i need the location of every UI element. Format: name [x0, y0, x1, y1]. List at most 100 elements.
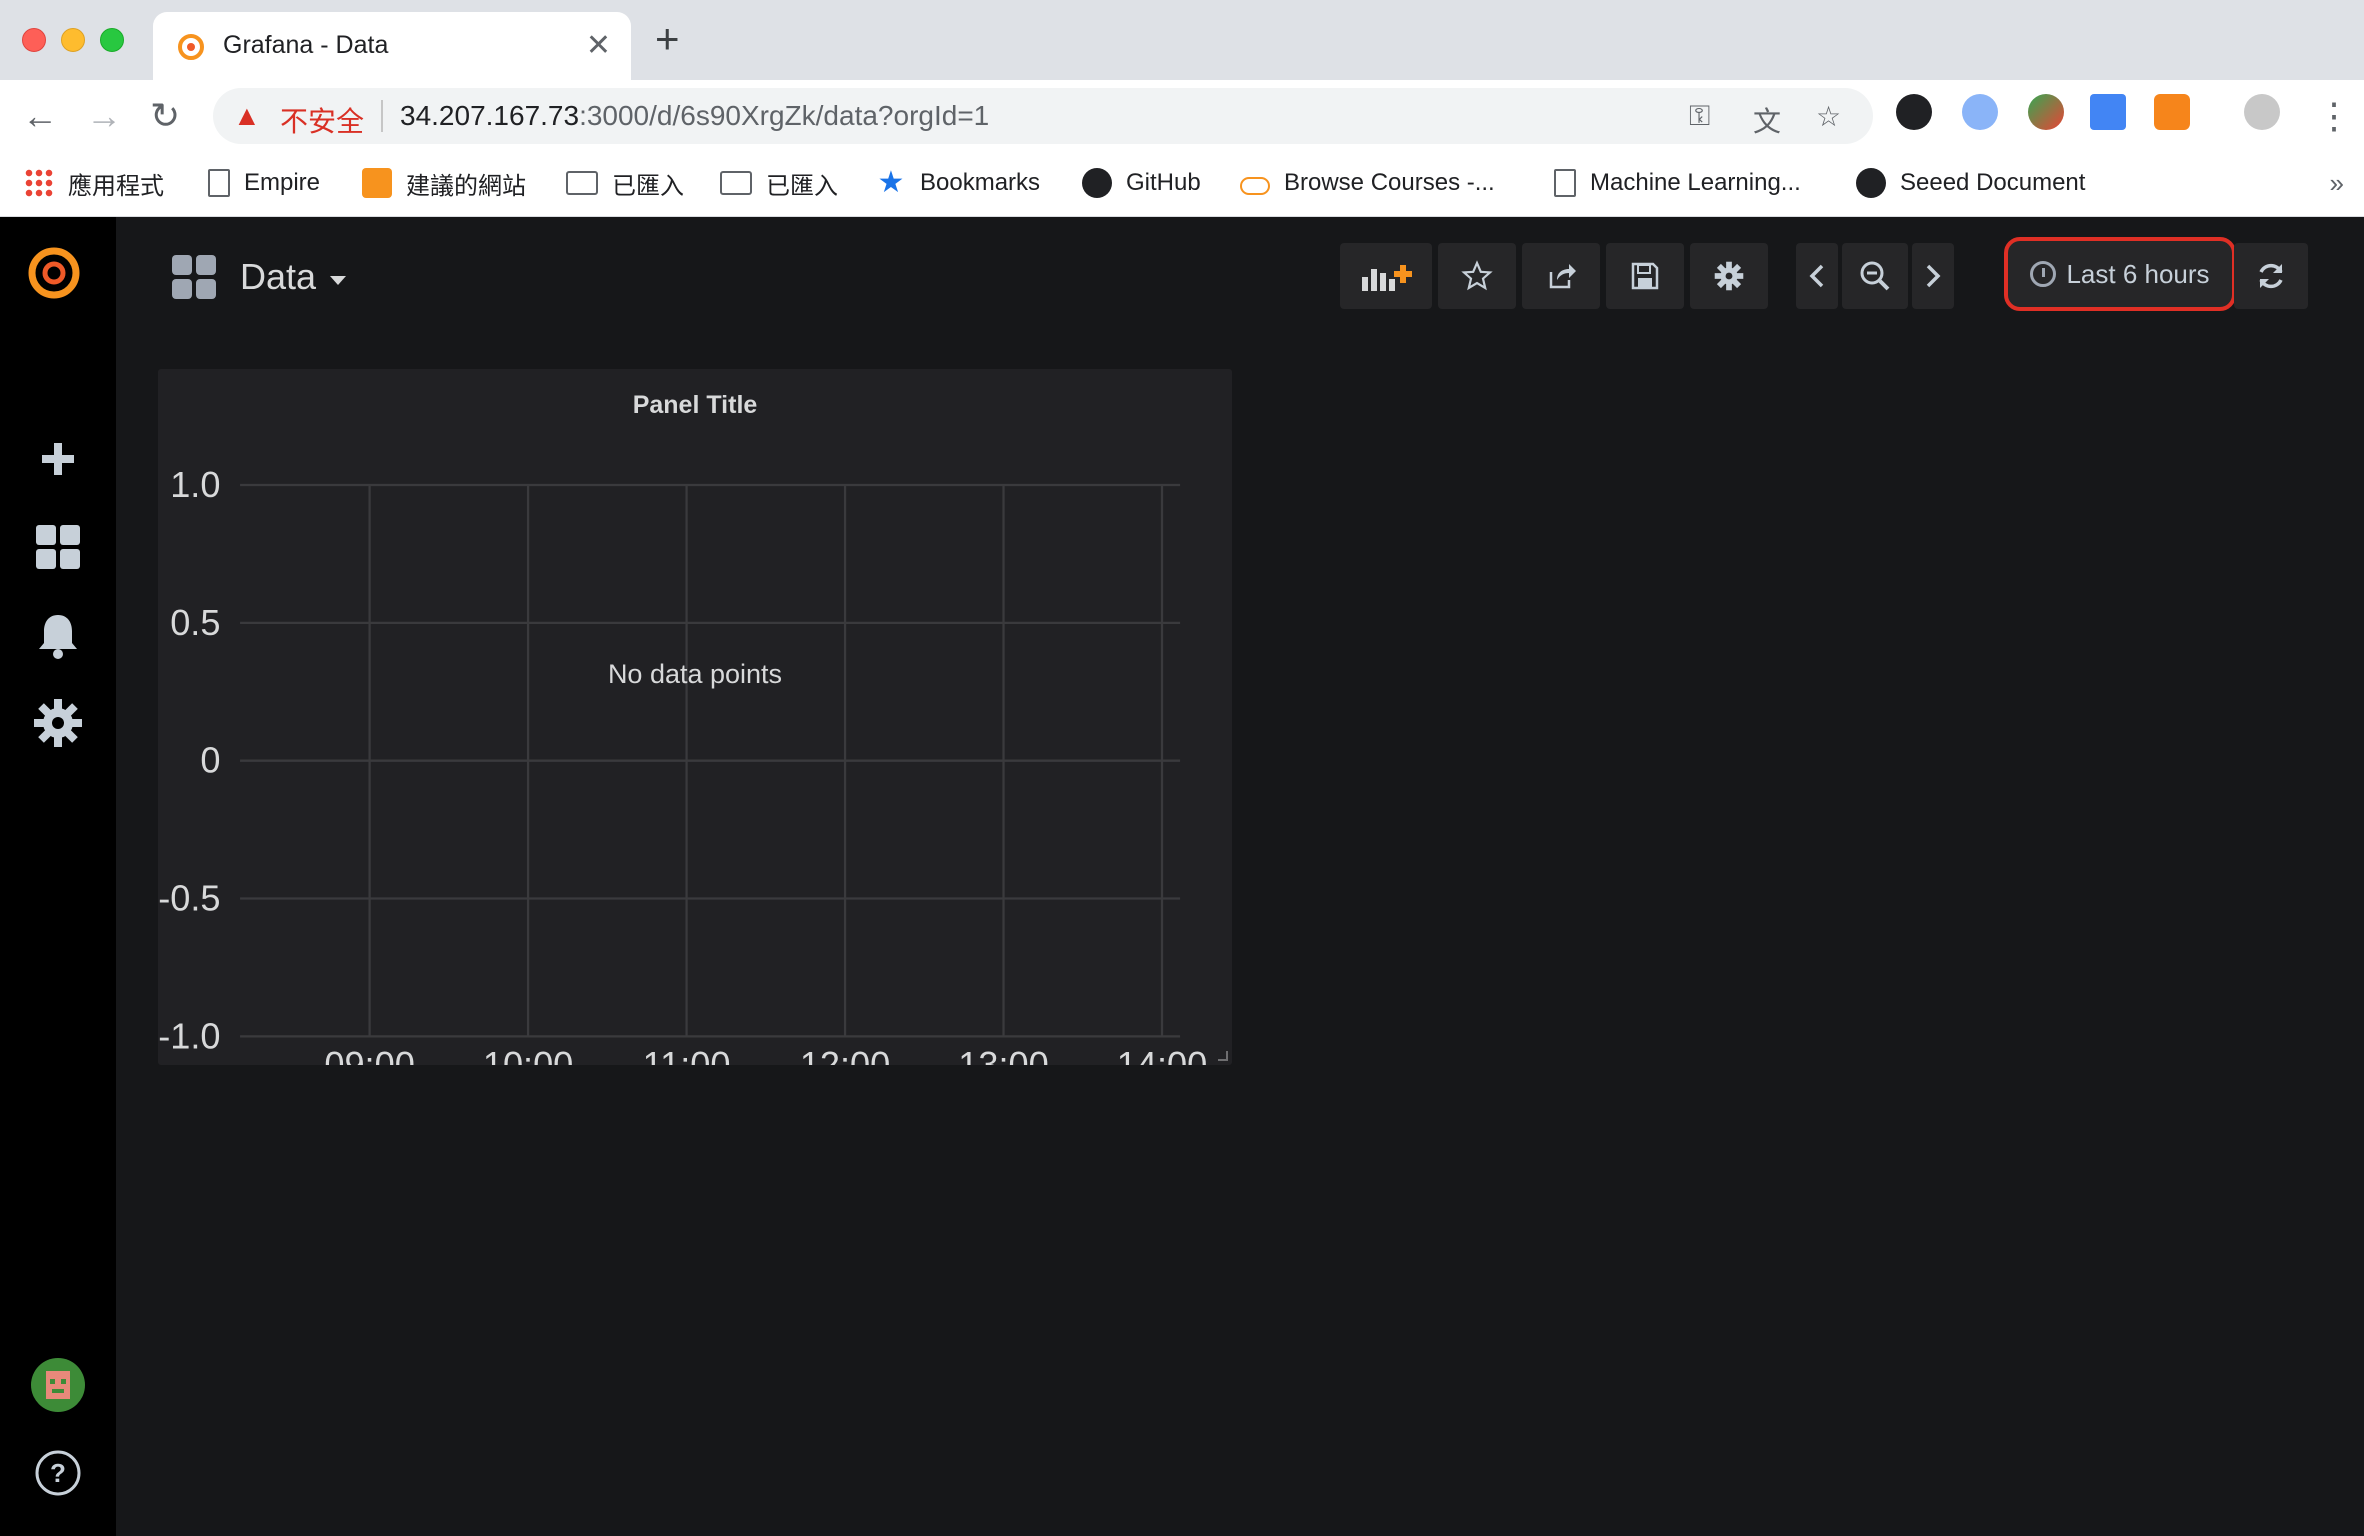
- no-data-message: No data points: [607, 659, 783, 689]
- extension-circle-icon[interactable]: [1962, 94, 1998, 130]
- extension-scissors-icon[interactable]: [1896, 94, 1932, 130]
- graph-chart: 1.0 0.5 0 -0.5 -1.0 09:00 10:00 11:00 12:00 13:00…: [158, 464, 1207, 1065]
- url-text[interactable]: 34.207.167.73:3000/d/6s90XrgZk/data?orgI…: [400, 100, 989, 132]
- share-icon: [1549, 264, 1576, 289]
- bookmark-label: Browse Courses -...: [1284, 169, 1495, 196]
- document-icon: [1554, 169, 1576, 197]
- bookmark-label: Empire: [244, 169, 321, 196]
- time-range-picker[interactable]: Last 6 hours: [2004, 237, 2236, 311]
- chevron-left-icon: [1809, 264, 1824, 288]
- zoom-out-button[interactable]: [1842, 243, 1908, 309]
- refresh-button[interactable]: [2234, 243, 2308, 309]
- time-shift-forward-button[interactable]: [1912, 243, 1954, 309]
- settings-gear-icon: [1714, 261, 1744, 291]
- panel-title[interactable]: Panel Title: [158, 391, 1232, 420]
- dashboard-grid-icon: [172, 255, 216, 299]
- bookmark-label: Machine Learning...: [1590, 169, 1801, 196]
- x-tick-label: 09:00: [324, 1044, 414, 1065]
- key-icon[interactable]: ⚿: [1689, 100, 1710, 133]
- graph-panel[interactable]: 1.0 0.5 0 -0.5 -1.0 09:00 10:00 11:00 12:00 13:00…: [158, 369, 1232, 1065]
- x-tick-label: 11:00: [643, 1044, 731, 1065]
- panel-resize-handle[interactable]: [1218, 1051, 1228, 1061]
- bookmark-label: Bookmarks: [920, 169, 1041, 196]
- bookmark-label: 已匯入: [766, 172, 838, 200]
- dashboard-picker[interactable]: Data: [172, 249, 347, 305]
- tab-title: Grafana - Data: [223, 31, 389, 59]
- time-range-label: Last 6 hours: [2066, 258, 2210, 289]
- bookmark-apps[interactable]: 應用程式: [24, 164, 164, 202]
- dashboards-icon[interactable]: [30, 519, 86, 575]
- bookmark-label: 建議的網站: [406, 172, 526, 200]
- chevron-right-icon: [1926, 264, 1941, 288]
- bookmark-bookmarks[interactable]: ★ Bookmarks: [876, 164, 1041, 202]
- metamask-extension-icon[interactable]: [2154, 94, 2190, 130]
- bookmark-imported-1[interactable]: 已匯入: [566, 164, 684, 202]
- grafana-favicon-icon: [178, 34, 204, 60]
- bookmark-suggested-sites[interactable]: 建議的網站: [362, 164, 526, 202]
- bookmark-github[interactable]: GitHub: [1082, 164, 1201, 202]
- dashboard-settings-button[interactable]: [1690, 243, 1768, 309]
- folder-icon: [720, 171, 752, 195]
- y-tick-label: 0: [200, 740, 220, 781]
- user-avatar[interactable]: [30, 1357, 86, 1413]
- y-tick-label: 1.0: [170, 464, 220, 505]
- dashboard-main: Data Last 6 hours 1.0 0.5 0 -0.5 -1.0 09…: [116, 217, 2364, 1536]
- bookmark-imported-2[interactable]: 已匯入: [720, 164, 838, 202]
- star-icon: ★: [877, 166, 905, 199]
- lightbulb-icon: [362, 168, 392, 198]
- new-tab-button[interactable]: +: [655, 18, 680, 60]
- forward-icon[interactable]: →: [86, 94, 122, 138]
- extension-brush-icon[interactable]: [2028, 94, 2064, 130]
- refresh-icon: [2259, 263, 2283, 289]
- y-tick-label: 0.5: [170, 602, 220, 643]
- save-dashboard-button[interactable]: [1606, 243, 1684, 309]
- x-tick-label: 14:00: [1117, 1044, 1207, 1065]
- folder-icon: [566, 171, 598, 195]
- url-path: :3000/d/6s90XrgZk/data?orgId=1: [579, 100, 990, 131]
- cloud-icon: [1240, 177, 1270, 195]
- omnibox-divider: [381, 100, 383, 132]
- maximize-window-button[interactable]: [100, 28, 124, 52]
- save-floppy-icon: [1631, 262, 1659, 290]
- browser-chrome: Grafana - Data ✕ + ← → ↻ ▲ 不安全 34.207.16…: [0, 0, 2364, 217]
- star-dashboard-button[interactable]: [1438, 243, 1516, 309]
- close-window-button[interactable]: [22, 28, 46, 52]
- bookmark-machine-learning[interactable]: Machine Learning...: [1554, 164, 1801, 202]
- caret-down-icon: [330, 275, 347, 285]
- bookmark-empire[interactable]: Empire: [208, 164, 320, 202]
- configuration-gear-icon[interactable]: [30, 695, 86, 751]
- browser-tab-active[interactable]: Grafana - Data ✕: [153, 12, 631, 80]
- clock-icon: [2030, 261, 2057, 287]
- insecure-label: 不安全: [280, 106, 365, 137]
- bookmarks-overflow-icon[interactable]: »: [2330, 168, 2344, 199]
- bookmark-star-icon[interactable]: ☆: [1816, 100, 1841, 133]
- bookmark-browse-courses[interactable]: Browse Courses -...: [1240, 164, 1495, 202]
- grafana-sidemenu: ?: [0, 217, 116, 1536]
- browser-menu-icon[interactable]: ⋮: [2316, 94, 2352, 138]
- bookmarks-bar: 應用程式 Empire 建議的網站 已匯入 已匯入 ★ Bookmarks Gi…: [0, 152, 2364, 217]
- document-icon: [208, 169, 230, 197]
- reload-icon[interactable]: ↻: [150, 94, 180, 138]
- star-outline-icon: [1461, 260, 1493, 291]
- tab-close-icon[interactable]: ✕: [586, 28, 611, 63]
- minimize-window-button[interactable]: [61, 28, 85, 52]
- add-panel-button[interactable]: [1340, 243, 1432, 309]
- back-icon[interactable]: ←: [22, 94, 58, 138]
- github-icon: [1856, 168, 1886, 198]
- alerting-bell-icon[interactable]: [30, 607, 86, 663]
- help-question-icon[interactable]: ?: [30, 1445, 86, 1501]
- add-panel-icon: [1362, 265, 1412, 291]
- google-translate-extension-icon[interactable]: [2090, 94, 2126, 130]
- create-plus-icon[interactable]: [30, 431, 86, 487]
- grafana-logo-icon[interactable]: [22, 239, 86, 303]
- bookmark-label: 已匯入: [612, 172, 684, 200]
- bookmark-seeed-document[interactable]: Seeed Document: [1856, 164, 2085, 202]
- translate-icon[interactable]: 文: [1753, 100, 1781, 140]
- share-dashboard-button[interactable]: [1522, 243, 1600, 309]
- address-bar[interactable]: ▲ 不安全 34.207.167.73:3000/d/6s90XrgZk/dat…: [213, 88, 1873, 144]
- y-tick-label: -1.0: [158, 1015, 220, 1056]
- time-shift-back-button[interactable]: [1796, 243, 1838, 309]
- x-tick-label: 12:00: [800, 1044, 890, 1065]
- bookmark-label: 應用程式: [68, 172, 164, 200]
- profile-avatar-icon[interactable]: [2244, 94, 2280, 130]
